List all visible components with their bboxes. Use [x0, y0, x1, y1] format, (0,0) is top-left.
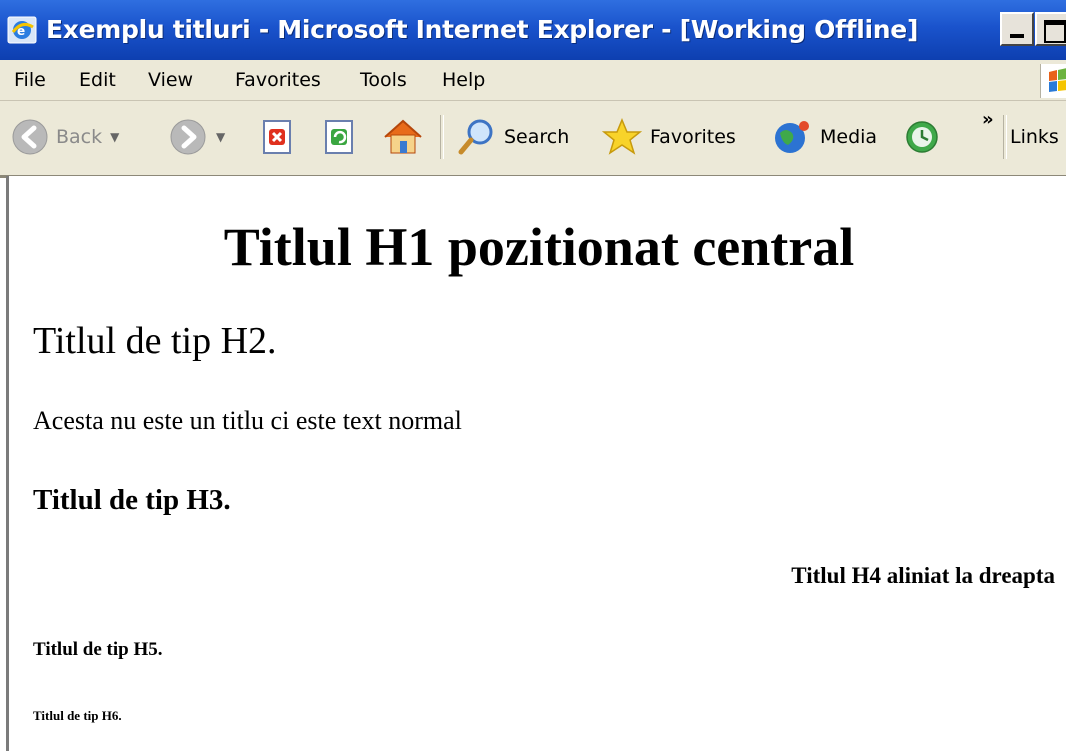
search-icon: [458, 119, 493, 155]
maximize-button[interactable]: [1035, 12, 1066, 46]
title-bar[interactable]: e Exemplu titluri - Microsoft Internet E…: [0, 0, 1066, 60]
heading-h6: Titlul de tip H6.: [33, 708, 122, 723]
history-icon: [906, 121, 938, 153]
heading-h1: Titlul H1 pozitionat central: [223, 217, 855, 277]
home-button[interactable]: [381, 117, 425, 157]
heading-h4: Titlul H4 aliniat la dreapta: [791, 563, 1055, 588]
windows-logo-icon: [1040, 64, 1066, 98]
forward-dropdown-icon[interactable]: ▼: [216, 130, 225, 144]
favorites-star-icon: [601, 118, 643, 155]
toolbar-separator: [1003, 115, 1007, 159]
forward-button[interactable]: ▼: [168, 117, 225, 157]
toolbar-separator: [440, 115, 444, 159]
media-button[interactable]: Media: [770, 117, 877, 157]
links-bar[interactable]: Links: [1010, 117, 1059, 157]
normal-paragraph: Acesta nu este un titlu ci este text nor…: [33, 406, 462, 435]
history-button[interactable]: [902, 117, 942, 157]
refresh-button[interactable]: [322, 117, 358, 157]
heading-h2: Titlul de tip H2.: [33, 320, 277, 362]
favorites-label: Favorites: [650, 126, 736, 148]
favorites-button[interactable]: Favorites: [600, 117, 736, 157]
menu-favorites[interactable]: Favorites: [235, 69, 321, 91]
menu-file[interactable]: File: [14, 69, 46, 91]
minimize-button[interactable]: [1000, 12, 1034, 46]
toolbar-chevron[interactable]: »: [982, 109, 994, 130]
back-button[interactable]: Back ▼: [10, 117, 119, 157]
search-button[interactable]: Search: [456, 117, 569, 157]
menu-bar: File Edit View Favorites Tools Help: [0, 60, 1066, 101]
media-label: Media: [820, 126, 878, 148]
standard-toolbar: Back ▼ ▼ Search Favorites Media » Links: [0, 101, 1066, 178]
media-globe-icon: [775, 121, 809, 153]
menu-help[interactable]: Help: [442, 69, 485, 91]
menu-view[interactable]: View: [148, 69, 193, 91]
maximize-icon: [1044, 20, 1066, 43]
ie-app-icon: e: [7, 16, 37, 44]
refresh-icon: [325, 120, 353, 154]
svg-text:e: e: [17, 24, 25, 38]
page-content: Titlul H1 pozitionat central Titlul de t…: [6, 176, 1066, 751]
back-label: Back: [56, 126, 103, 148]
forward-arrow-icon: [170, 119, 206, 155]
search-label: Search: [504, 126, 570, 148]
back-dropdown-icon[interactable]: ▼: [110, 130, 119, 144]
menu-edit[interactable]: Edit: [79, 69, 116, 91]
heading-h5: Titlul de tip H5.: [33, 639, 163, 660]
back-arrow-icon: [12, 119, 48, 155]
stop-icon: [263, 120, 291, 154]
minimize-icon: [1010, 34, 1024, 38]
heading-h3: Titlul de tip H3.: [33, 484, 231, 516]
stop-button[interactable]: [260, 117, 296, 157]
window-title: Exemplu titluri - Microsoft Internet Exp…: [46, 15, 919, 44]
home-icon: [384, 119, 422, 154]
menu-tools[interactable]: Tools: [360, 69, 407, 91]
